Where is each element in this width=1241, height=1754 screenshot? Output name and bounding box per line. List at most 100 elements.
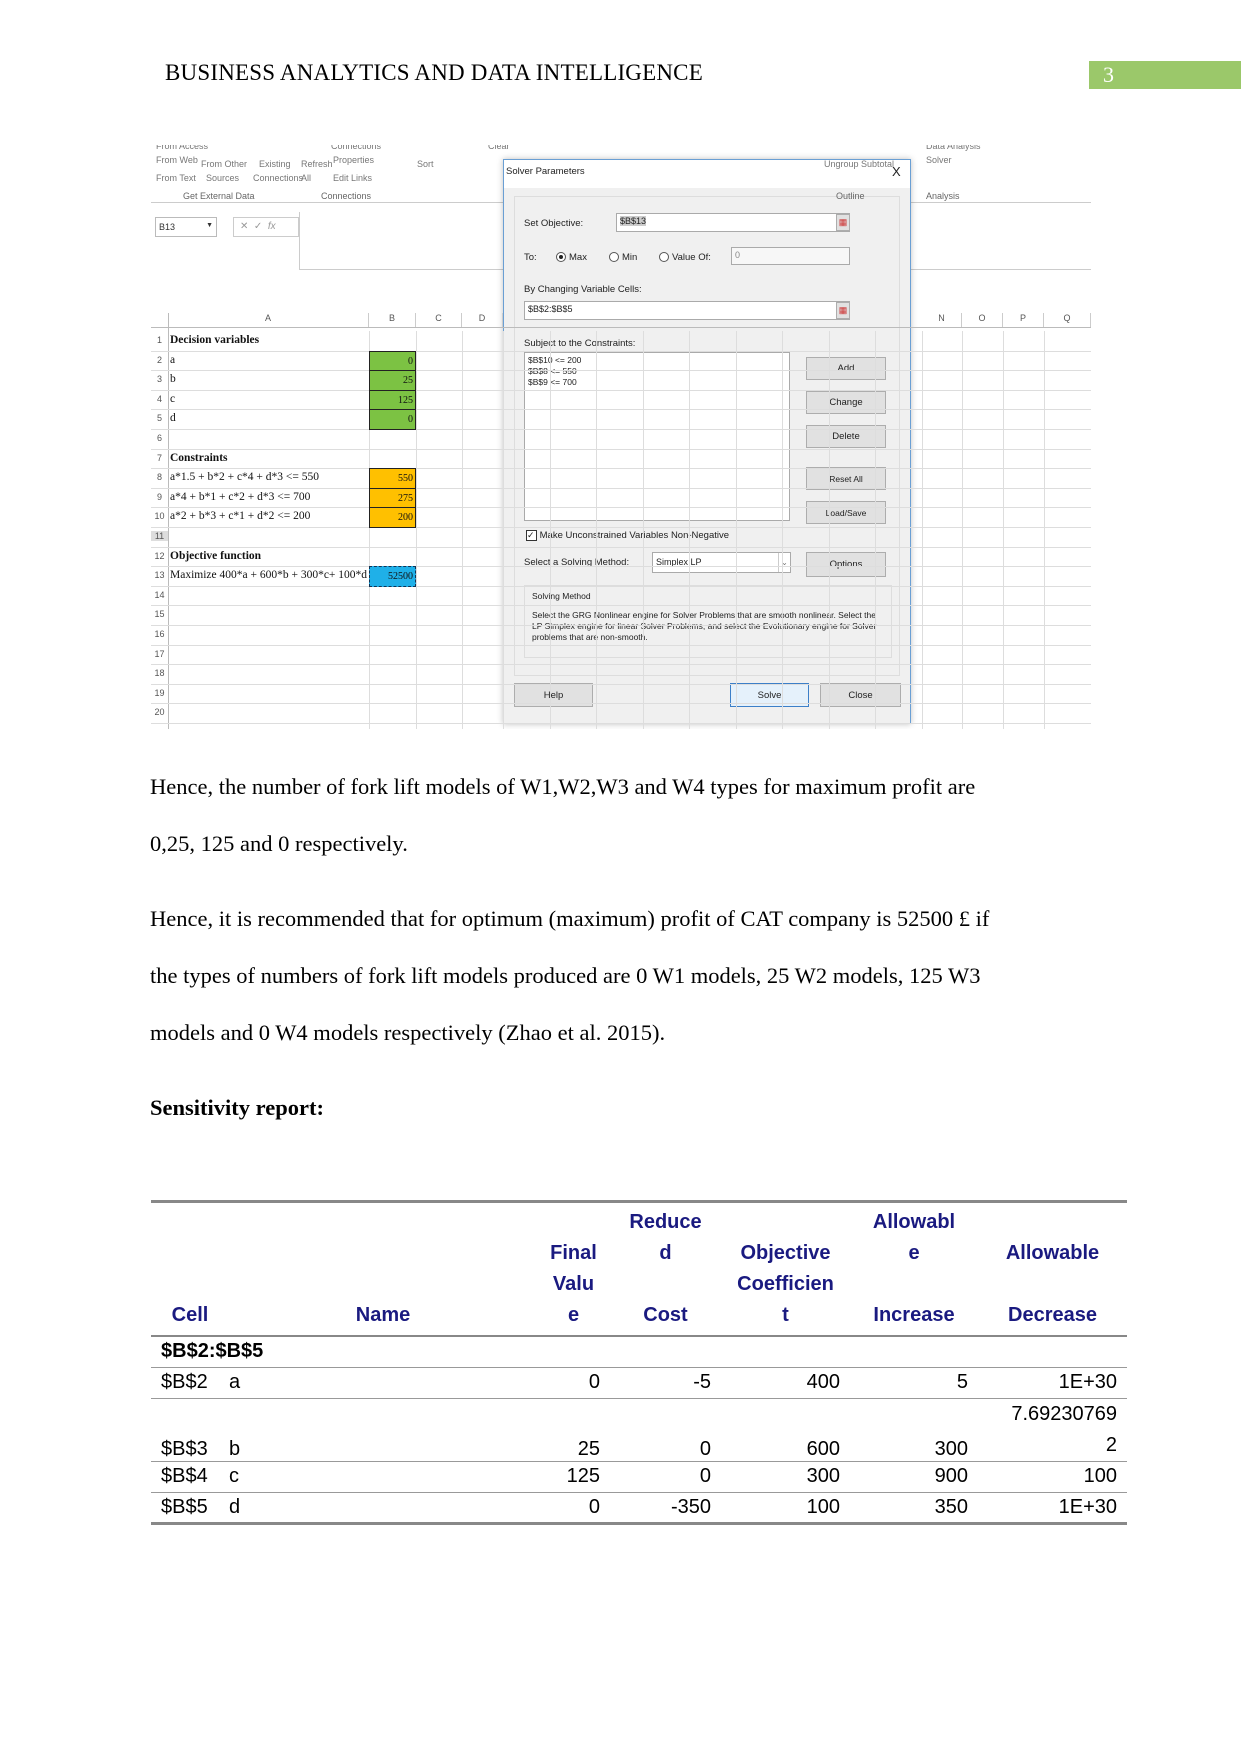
row-header[interactable]: 20 — [151, 707, 168, 717]
header-line: Increase — [873, 1304, 955, 1326]
cell-a8[interactable]: a*1.5 + b*2 + c*4 + d*3 <= 550 — [170, 471, 319, 483]
ribbon-group-label: Analysis — [926, 191, 960, 201]
ribbon-item[interactable]: Properties — [333, 155, 374, 165]
column-header[interactable]: N — [922, 313, 962, 327]
row-header[interactable]: 1 — [151, 335, 168, 345]
ribbon-item[interactable]: Connections — [331, 145, 381, 151]
cell-b5[interactable]: 0 — [369, 409, 416, 430]
cell-b10[interactable]: 200 — [369, 507, 416, 528]
cell-a3[interactable]: b — [170, 373, 176, 385]
constraint-item[interactable]: $B$9 <= 700 — [528, 377, 786, 388]
column-header[interactable]: B — [369, 313, 416, 327]
radio-min[interactable]: Min — [609, 252, 637, 263]
constraint-item[interactable]: $B$8 <= 550 — [528, 366, 786, 377]
cell-b9[interactable]: 275 — [369, 487, 416, 509]
row-header[interactable]: 17 — [151, 649, 168, 659]
cell-b8[interactable]: 550 — [369, 468, 416, 489]
column-header[interactable]: O — [962, 313, 1003, 327]
change-button[interactable]: Change — [806, 391, 886, 414]
fx-icon[interactable]: fx — [268, 221, 276, 232]
row-header[interactable]: 16 — [151, 629, 168, 639]
range-select-icon[interactable]: ▦ — [836, 302, 850, 319]
nonneg-checkbox[interactable]: ✓ Make Unconstrained Variables Non-Negat… — [526, 530, 729, 541]
row-header[interactable]: 7 — [151, 453, 168, 463]
row-header[interactable]: 13 — [151, 570, 168, 580]
radio-max[interactable]: Max — [556, 252, 587, 263]
set-objective-input[interactable]: $B$13 — [616, 213, 850, 232]
row-header[interactable]: 19 — [151, 688, 168, 698]
ribbon-item[interactable]: Sort — [417, 159, 434, 169]
solving-method-select[interactable]: Simplex LP ⌄ — [652, 552, 791, 573]
coef-value: 600 — [721, 1398, 850, 1462]
row-header[interactable]: 5 — [151, 413, 168, 423]
ribbon-item[interactable]: Clear — [488, 145, 510, 151]
row-header[interactable]: 12 — [151, 551, 168, 561]
reduced-value: -350 — [610, 1492, 721, 1525]
ribbon-item[interactable]: Ungroup — [824, 159, 859, 169]
row-header[interactable]: 3 — [151, 374, 168, 384]
reset-all-button[interactable]: Reset All — [806, 467, 886, 490]
header-line: Coefficien — [737, 1273, 834, 1295]
cell-a2[interactable]: a — [170, 354, 175, 366]
ribbon-item[interactable]: Subtotal — [861, 159, 894, 169]
ribbon-item[interactable]: Refresh — [301, 159, 333, 169]
ribbon-item[interactable]: From Web — [156, 155, 198, 165]
options-button[interactable]: Options — [806, 552, 886, 577]
row-header[interactable]: 6 — [151, 433, 168, 443]
load-save-button[interactable]: Load/Save — [806, 501, 886, 524]
constraints-listbox[interactable]: $B$10 <= 200$B$8 <= 550$B$9 <= 700 — [524, 352, 790, 521]
row-header[interactable]: 4 — [151, 394, 168, 404]
ribbon-item[interactable]: Connections — [253, 173, 303, 183]
ribbon-item[interactable]: Edit Links — [333, 173, 372, 183]
row-header[interactable]: 2 — [151, 355, 168, 365]
header-line: Decrease — [1008, 1304, 1097, 1326]
cell-a7[interactable]: Constraints — [170, 452, 228, 464]
name-box[interactable]: B13 ▼ — [155, 217, 217, 237]
cell-a9[interactable]: a*4 + b*1 + c*2 + d*3 <= 700 — [170, 491, 310, 503]
row-header[interactable]: 14 — [151, 590, 168, 600]
row-header[interactable]: 10 — [151, 511, 168, 521]
cell-b13[interactable]: 52500 — [369, 566, 416, 587]
radio-selected-icon — [556, 252, 566, 263]
ribbon-item[interactable]: All — [301, 173, 311, 183]
column-header[interactable]: C — [416, 313, 462, 327]
cell-a10[interactable]: a*2 + b*3 + c*1 + d*2 <= 200 — [170, 510, 310, 522]
ribbon-item[interactable]: From Access — [156, 145, 208, 151]
ribbon-item[interactable]: Solver — [926, 155, 952, 165]
constraint-item[interactable]: $B$10 <= 200 — [528, 355, 786, 366]
ribbon-item[interactable]: Sources — [206, 173, 239, 183]
ribbon-group-label: Connections — [321, 191, 372, 201]
table-row: $B$5 d 0 -350 100 350 1E+30 — [151, 1492, 1127, 1525]
ribbon-item[interactable]: Data Analysis — [926, 145, 981, 151]
cell-b4[interactable]: 125 — [369, 389, 416, 411]
cell-b2[interactable]: 0 — [369, 350, 416, 372]
chevron-down-icon: ⌄ — [778, 553, 790, 572]
cell-b3[interactable]: 25 — [369, 370, 416, 391]
add-button[interactable]: Add — [806, 357, 886, 380]
row-header[interactable]: 8 — [151, 472, 168, 482]
cell-a4[interactable]: c — [170, 393, 175, 405]
cell-a13[interactable]: Maximize 400*a + 600*b + 300*c+ 100*d — [170, 569, 367, 581]
changing-cells-input[interactable]: $B$2:$B$5 — [524, 301, 850, 320]
radio-value-of[interactable]: Value Of: — [659, 252, 711, 263]
header-line: t — [782, 1304, 789, 1326]
grid-line — [151, 683, 1091, 685]
cell-a12[interactable]: Objective function — [170, 550, 261, 562]
row-header[interactable]: 15 — [151, 609, 168, 619]
column-header[interactable]: Q — [1044, 313, 1091, 327]
paragraph-line: models and 0 W4 models respectively (Zha… — [150, 1020, 666, 1045]
column-header[interactable]: P — [1003, 313, 1044, 327]
row-header[interactable]: 11 — [151, 531, 168, 541]
column-header[interactable]: D — [462, 313, 503, 327]
ribbon-item[interactable]: From Text — [156, 173, 196, 183]
cell-a5[interactable]: d — [170, 412, 176, 424]
ribbon-item[interactable]: From Other — [201, 159, 247, 169]
ribbon-item[interactable]: Existing — [259, 159, 291, 169]
row-header[interactable]: 9 — [151, 492, 168, 502]
value-of-input[interactable]: 0 — [731, 247, 850, 265]
range-select-icon[interactable]: ▦ — [836, 214, 850, 231]
column-header[interactable]: A — [168, 313, 369, 327]
cell-a1[interactable]: Decision variables — [170, 334, 259, 346]
row-header[interactable]: 18 — [151, 668, 168, 678]
column-header: Allowable Decrease — [978, 1202, 1127, 1337]
